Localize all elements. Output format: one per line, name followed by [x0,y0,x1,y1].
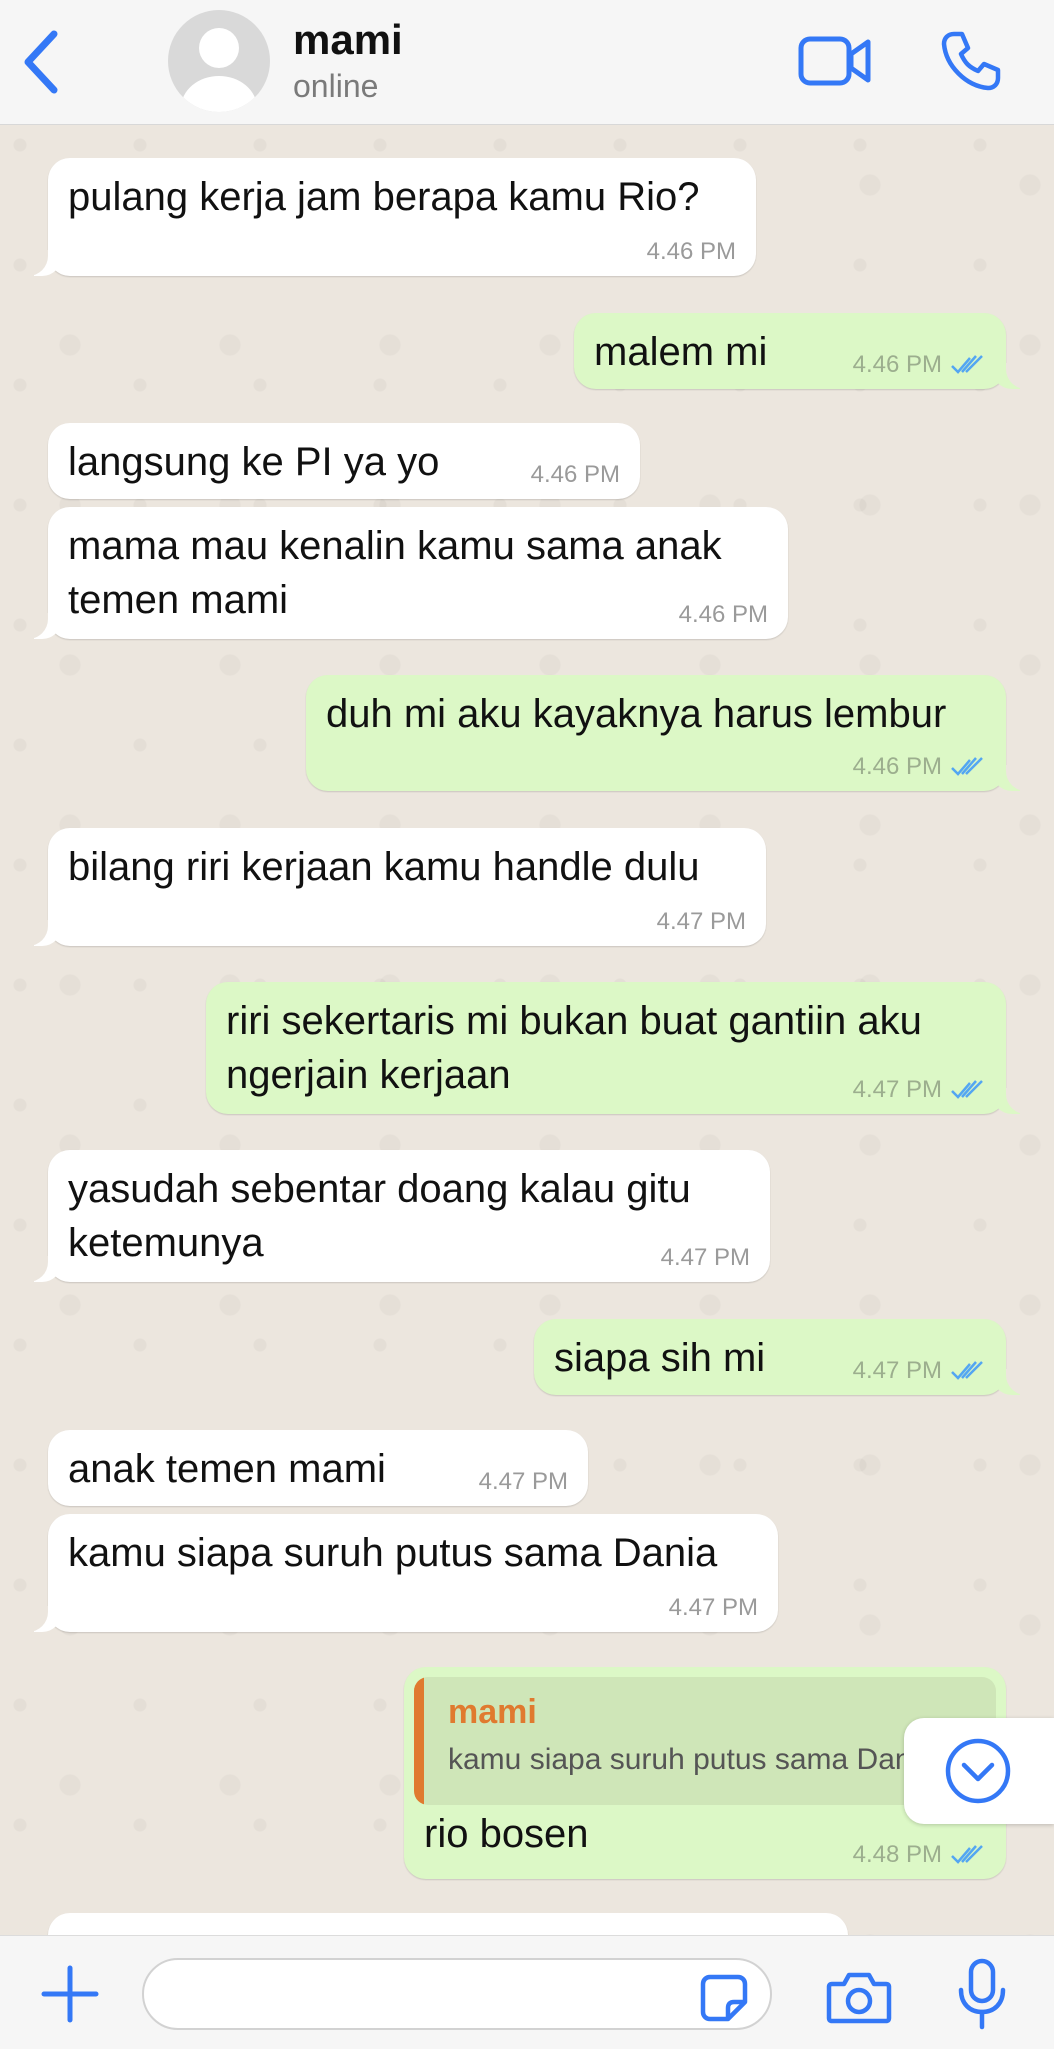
message-incoming[interactable]: anak temen mami 4.47 PM [48,1430,588,1506]
message-time: 4.46 PM [530,461,620,488]
message-time: 4.47 PM [852,1357,942,1384]
message-text: yasudah sebentar doang kalau gitu ketemu… [68,1167,691,1265]
camera-icon [826,1972,892,2024]
chevron-down-circle-icon [945,1738,1011,1804]
read-ticks-icon [951,1361,983,1380]
message-meta: 4.47 PM [853,1357,986,1385]
bubble-tail [992,765,1026,791]
read-ticks-icon [951,1080,983,1099]
plus-icon [41,1965,99,2023]
scroll-to-bottom-button[interactable] [904,1718,1054,1824]
message-time: 4.47 PM [668,1594,758,1621]
message-incoming[interactable]: pulang kerja jam berapa kamu Rio? 4.46 P… [28,158,756,276]
message-meta: 4.47 PM [479,1468,568,1496]
message-outgoing[interactable]: malem mi 4.46 PM [574,313,1026,389]
chat-messages[interactable]: pulang kerja jam berapa kamu Rio? 4.46 P… [0,125,1054,1935]
message-outgoing[interactable]: duh mi aku kayaknya harus lembur 4.46 PM [306,675,1026,791]
voice-call-button[interactable] [940,30,1002,92]
message-incoming[interactable]: bilang riri kerjaan kamu handle dulu 4.4… [28,828,766,946]
video-call-button[interactable] [798,34,872,88]
bubble-tail [992,363,1026,389]
sticker-button[interactable] [700,1974,748,2022]
bubble-tail [28,250,62,276]
chevron-left-icon [24,30,58,94]
message-meta: 4.46 PM [647,238,736,266]
avatar[interactable] [168,10,270,112]
message-text: duh mi aku kayaknya harus lembur [326,692,947,736]
message-time: 4.47 PM [852,1076,942,1103]
message-time: 4.47 PM [656,908,746,935]
message-meta: 4.47 PM [661,1244,750,1272]
message-incoming[interactable]: yasudah sebentar doang kalau gitu ketemu… [28,1150,770,1282]
contact-name[interactable]: mami [293,16,403,64]
message-meta: 4.46 PM [853,753,986,781]
read-ticks-icon [951,757,983,776]
message-time: 4.47 PM [660,1244,750,1271]
message-text: bilang riri kerjaan kamu handle dulu [68,845,700,889]
attach-button[interactable] [40,1964,100,2024]
back-button[interactable] [18,28,66,96]
message-meta: 4.47 PM [853,1076,986,1104]
default-avatar-icon [181,28,257,112]
chat-header: mami online [0,0,1054,125]
bubble-tail [992,1088,1026,1114]
quote-accent-bar [414,1677,424,1805]
quoted-text: kamu siapa suruh putus sama Dania [448,1743,935,1776]
microphone-button[interactable] [956,1958,1008,2030]
message-meta: 4.46 PM [853,351,986,379]
message-incoming[interactable]: mama mau kenalin kamu sama anak temen ma… [28,507,788,639]
message-incoming[interactable]: langsung ke PI ya yo 4.46 PM [48,423,640,499]
quoted-sender: mami [448,1693,537,1731]
message-meta: 4.47 PM [669,1594,758,1622]
message-incoming-partial[interactable] [48,1913,848,1935]
message-time: 4.46 PM [646,238,736,265]
read-ticks-icon [951,1845,983,1864]
message-incoming[interactable]: kamu siapa suruh putus sama Dania 4.47 P… [28,1514,778,1632]
message-text: rio bosen [424,1812,589,1856]
read-ticks-icon [951,355,983,374]
camera-button[interactable] [826,1970,892,2024]
message-meta: 4.46 PM [531,461,620,489]
message-meta: 4.46 PM [679,601,768,629]
contact-status: online [293,68,379,104]
message-text: mama mau kenalin kamu sama anak temen ma… [68,524,722,622]
bubble-tail [28,613,62,639]
microphone-icon [958,1958,1006,2030]
message-input[interactable] [142,1958,772,2030]
message-input-bar [0,1935,1054,2049]
message-text: pulang kerja jam berapa kamu Rio? [68,175,700,219]
sticker-icon [700,1974,748,2022]
message-time: 4.48 PM [852,1841,942,1868]
message-meta: 4.47 PM [657,908,746,936]
phone-icon [941,31,1001,91]
message-text: kamu siapa suruh putus sama Dania [68,1531,718,1575]
message-time: 4.47 PM [478,1468,568,1495]
bubble-tail [992,1369,1026,1395]
message-outgoing[interactable]: riri sekertaris mi bukan buat gantiin ak… [206,982,1026,1114]
bubble-tail [28,1606,62,1632]
bubble-tail [28,920,62,946]
bubble-tail [28,1256,62,1282]
message-time: 4.46 PM [852,351,942,378]
message-meta: 4.48 PM [853,1841,986,1869]
message-time: 4.46 PM [678,601,768,628]
video-camera-icon [798,36,871,86]
message-time: 4.46 PM [852,753,942,780]
message-outgoing[interactable]: siapa sih mi 4.47 PM [534,1319,1026,1395]
